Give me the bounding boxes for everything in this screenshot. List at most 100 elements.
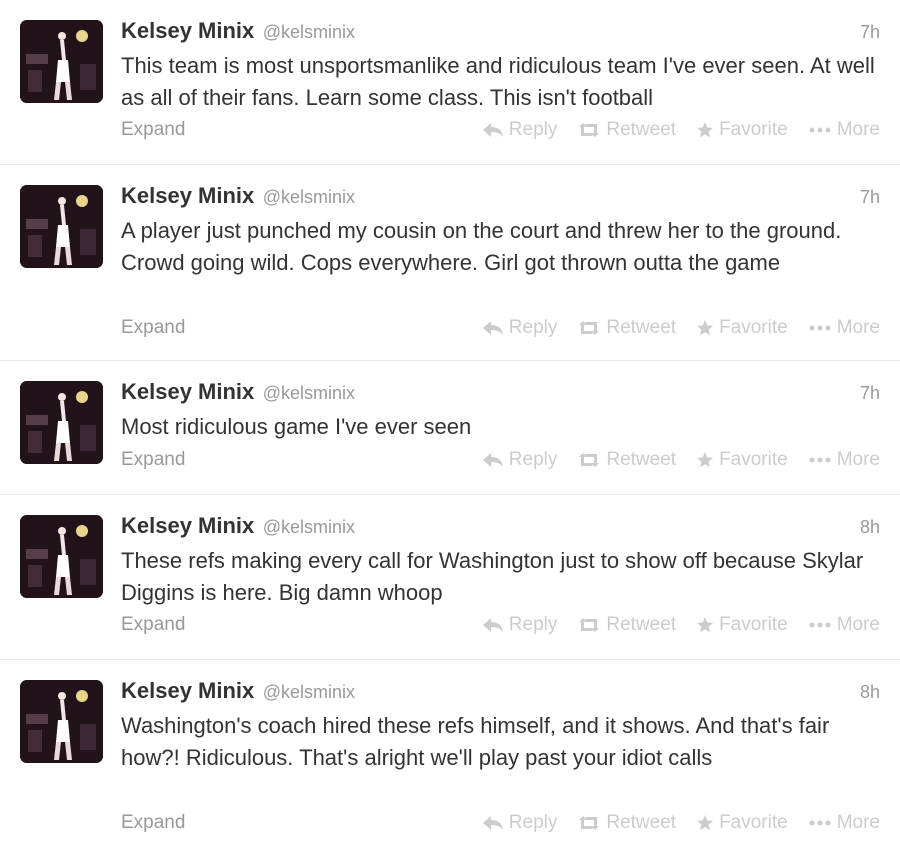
tweet-footer: Expand Reply Retweet Favorite More xyxy=(121,119,880,145)
retweet-button[interactable]: Retweet xyxy=(577,449,676,471)
favorite-label: Favorite xyxy=(719,614,788,635)
retweet-icon xyxy=(577,320,601,336)
expand-link[interactable]: Expand xyxy=(121,449,185,471)
retweet-icon xyxy=(577,452,601,468)
reply-label: Reply xyxy=(508,119,558,140)
more-button[interactable]: More xyxy=(808,812,880,834)
retweet-button[interactable]: Retweet xyxy=(577,812,676,834)
favorite-button[interactable]: Favorite xyxy=(696,812,788,834)
star-icon xyxy=(696,814,714,832)
more-button[interactable]: More xyxy=(808,119,880,141)
favorite-button[interactable]: Favorite xyxy=(696,449,788,471)
more-label: More xyxy=(836,317,880,338)
reply-label: Reply xyxy=(508,812,558,833)
tweet-header: Kelsey Minix @kelsminix 7h xyxy=(121,379,880,409)
favorite-button[interactable]: Favorite xyxy=(696,614,788,636)
more-dots-icon xyxy=(808,819,832,827)
tweet-actions: Reply Retweet Favorite More xyxy=(482,614,880,636)
reply-button[interactable]: Reply xyxy=(482,317,557,339)
star-icon xyxy=(696,121,714,139)
tweet-timestamp[interactable]: 8h xyxy=(860,682,880,703)
user-fullname[interactable]: Kelsey Minix xyxy=(121,513,254,538)
expand-link[interactable]: Expand xyxy=(121,317,185,339)
reply-button[interactable]: Reply xyxy=(482,119,558,141)
user-fullname[interactable]: Kelsey Minix xyxy=(121,678,254,703)
more-label: More xyxy=(836,449,880,470)
retweet-label: Retweet xyxy=(606,119,677,140)
favorite-label: Favorite xyxy=(719,449,788,470)
retweet-button[interactable]: Retweet xyxy=(577,119,676,141)
reply-button[interactable]: Reply xyxy=(482,812,558,834)
reply-arrow-icon xyxy=(482,617,504,633)
avatar[interactable] xyxy=(20,515,103,598)
reply-button[interactable]: Reply xyxy=(482,449,558,471)
reply-label: Reply xyxy=(508,449,558,470)
tweet-footer: Expand Reply Retweet Favorite More xyxy=(121,614,880,640)
retweet-icon xyxy=(577,617,601,633)
favorite-button[interactable]: Favorite xyxy=(696,317,788,339)
tweet[interactable]: Kelsey Minix @kelsminix 7h A player just… xyxy=(0,165,900,361)
tweet-text: Washington's coach hired these refs hims… xyxy=(121,713,830,770)
tweet-text: Most ridiculous game I've ever seen xyxy=(121,414,472,439)
expand-link[interactable]: Expand xyxy=(121,119,185,141)
avatar[interactable] xyxy=(20,381,103,464)
retweet-button[interactable]: Retweet xyxy=(577,317,676,339)
more-dots-icon xyxy=(808,456,832,464)
star-icon xyxy=(696,451,714,469)
more-dots-icon xyxy=(808,126,832,134)
reply-arrow-icon xyxy=(482,452,504,468)
retweet-label: Retweet xyxy=(606,812,677,833)
more-button[interactable]: More xyxy=(808,317,880,339)
tweet-timestamp[interactable]: 7h xyxy=(860,22,880,43)
tweet-timestamp[interactable]: 8h xyxy=(860,517,880,538)
expand-link[interactable]: Expand xyxy=(121,812,185,834)
tweet-header: Kelsey Minix @kelsminix 7h xyxy=(121,183,880,213)
retweet-label: Retweet xyxy=(606,449,677,470)
more-dots-icon xyxy=(808,621,832,629)
tweet-header: Kelsey Minix @kelsminix 7h xyxy=(121,18,880,48)
tweet-actions: Reply Retweet Favorite More xyxy=(482,119,880,141)
favorite-button[interactable]: Favorite xyxy=(696,119,788,141)
tweet[interactable]: Kelsey Minix @kelsminix 8h These refs ma… xyxy=(0,495,900,660)
tweet[interactable]: Kelsey Minix @kelsminix 7h This team is … xyxy=(0,0,900,165)
star-icon xyxy=(696,616,714,634)
tweet-text: A player just punched my cousin on the c… xyxy=(121,218,842,275)
retweet-icon xyxy=(577,815,601,831)
tweet-timeline: Kelsey Minix @kelsminix 7h This team is … xyxy=(0,0,900,855)
reply-button[interactable]: Reply xyxy=(482,614,557,636)
tweet-footer: Expand Reply Retweet Favorite More xyxy=(121,449,880,475)
favorite-label: Favorite xyxy=(719,119,788,140)
user-handle[interactable]: @kelsminix xyxy=(263,22,355,42)
user-fullname[interactable]: Kelsey Minix xyxy=(121,379,254,404)
tweet[interactable]: Kelsey Minix @kelsminix 7h Most ridiculo… xyxy=(0,361,900,495)
avatar[interactable] xyxy=(20,185,103,268)
retweet-button[interactable]: Retweet xyxy=(577,614,676,636)
tweet-footer: Expand Reply Retweet Favorite More xyxy=(121,812,880,838)
expand-link[interactable]: Expand xyxy=(121,614,185,636)
user-handle[interactable]: @kelsminix xyxy=(263,187,355,207)
tweet-header: Kelsey Minix @kelsminix 8h xyxy=(121,678,880,708)
user-handle[interactable]: @kelsminix xyxy=(263,517,355,537)
avatar[interactable] xyxy=(20,680,103,763)
tweet-text: These refs making every call for Washing… xyxy=(121,548,864,605)
avatar[interactable] xyxy=(20,20,103,103)
more-dots-icon xyxy=(808,324,832,332)
tweet-timestamp[interactable]: 7h xyxy=(860,187,880,208)
tweet-timestamp[interactable]: 7h xyxy=(860,383,880,404)
tweet-actions: Reply Retweet Favorite More xyxy=(482,317,880,339)
more-button[interactable]: More xyxy=(808,614,880,636)
more-label: More xyxy=(836,614,880,635)
user-handle[interactable]: @kelsminix xyxy=(263,383,355,403)
retweet-label: Retweet xyxy=(606,614,677,635)
user-fullname[interactable]: Kelsey Minix xyxy=(121,18,254,43)
favorite-label: Favorite xyxy=(719,812,788,833)
tweet-footer: Expand Reply Retweet Favorite More xyxy=(121,317,880,343)
favorite-label: Favorite xyxy=(719,317,788,338)
more-button[interactable]: More xyxy=(808,449,880,471)
user-handle[interactable]: @kelsminix xyxy=(263,682,355,702)
retweet-label: Retweet xyxy=(606,317,677,338)
tweet-actions: Reply Retweet Favorite More xyxy=(482,449,880,471)
tweet[interactable]: Kelsey Minix @kelsminix 8h Washington's … xyxy=(0,660,900,855)
tweet-text: This team is most unsportsmanlike and ri… xyxy=(121,53,875,110)
user-fullname[interactable]: Kelsey Minix xyxy=(121,183,254,208)
